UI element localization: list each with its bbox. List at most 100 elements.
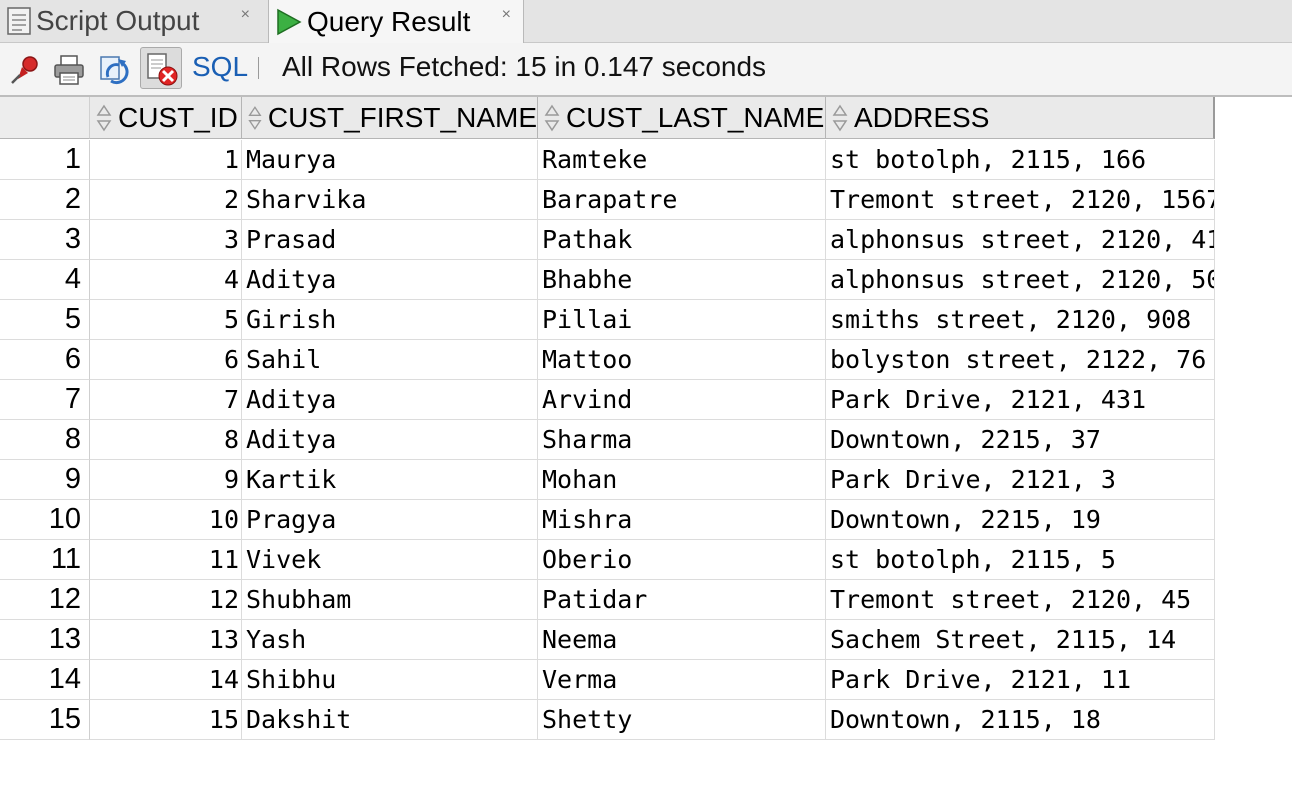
cell-address[interactable]: Park Drive, 2121, 11 — [826, 660, 1215, 700]
table-row[interactable]: 3 3 Prasad Pathak alphonsus street, 2120… — [0, 220, 1215, 260]
close-icon[interactable]: × — [241, 6, 250, 24]
row-number[interactable]: 2 — [0, 180, 90, 220]
table-row[interactable]: 14 14 Shibhu Verma Park Drive, 2121, 11 — [0, 660, 1215, 700]
cell-cust-id[interactable]: 5 — [90, 300, 242, 340]
cell-address[interactable]: alphonsus street, 2120, 507 — [826, 260, 1215, 300]
sort-icon[interactable] — [246, 103, 264, 133]
cell-cust-id[interactable]: 1 — [90, 140, 242, 180]
print-icon[interactable] — [52, 53, 86, 87]
cell-cust-id[interactable]: 2 — [90, 180, 242, 220]
cell-cust-last-name[interactable]: Shetty — [538, 700, 826, 740]
row-number-header[interactable] — [0, 97, 90, 139]
cell-cust-first-name[interactable]: Prasad — [242, 220, 538, 260]
cell-address[interactable]: st botolph, 2115, 5 — [826, 540, 1215, 580]
cell-cust-id[interactable]: 11 — [90, 540, 242, 580]
cell-cust-last-name[interactable]: Sharma — [538, 420, 826, 460]
row-number[interactable]: 13 — [0, 620, 90, 660]
table-row[interactable]: 1 1 Maurya Ramteke st botolph, 2115, 166 — [0, 140, 1215, 180]
cell-cust-last-name[interactable]: Arvind — [538, 380, 826, 420]
cell-cust-id[interactable]: 13 — [90, 620, 242, 660]
cell-cust-last-name[interactable]: Patidar — [538, 580, 826, 620]
cell-address[interactable]: bolyston street, 2122, 76 — [826, 340, 1215, 380]
cell-cust-id[interactable]: 4 — [90, 260, 242, 300]
row-number[interactable]: 6 — [0, 340, 90, 380]
sql-link[interactable]: SQL — [192, 51, 248, 83]
cell-cust-id[interactable]: 9 — [90, 460, 242, 500]
cell-cust-first-name[interactable]: Aditya — [242, 420, 538, 460]
table-row[interactable]: 13 13 Yash Neema Sachem Street, 2115, 14 — [0, 620, 1215, 660]
cell-cust-last-name[interactable]: Ramteke — [538, 140, 826, 180]
table-row[interactable]: 10 10 Pragya Mishra Downtown, 2215, 19 — [0, 500, 1215, 540]
table-row[interactable]: 2 2 Sharvika Barapatre Tremont street, 2… — [0, 180, 1215, 220]
cell-cust-last-name[interactable]: Pathak — [538, 220, 826, 260]
cell-address[interactable]: Downtown, 2215, 37 — [826, 420, 1215, 460]
cell-cust-first-name[interactable]: Yash — [242, 620, 538, 660]
cell-address[interactable]: Downtown, 2115, 18 — [826, 700, 1215, 740]
table-row[interactable]: 9 9 Kartik Mohan Park Drive, 2121, 3 — [0, 460, 1215, 500]
table-row[interactable]: 12 12 Shubham Patidar Tremont street, 21… — [0, 580, 1215, 620]
cell-cust-id[interactable]: 15 — [90, 700, 242, 740]
cell-cust-last-name[interactable]: Bhabhe — [538, 260, 826, 300]
table-row[interactable]: 8 8 Aditya Sharma Downtown, 2215, 37 — [0, 420, 1215, 460]
cell-cust-id[interactable]: 7 — [90, 380, 242, 420]
tab-query-result[interactable]: Query Result × — [268, 0, 524, 43]
cell-cust-first-name[interactable]: Dakshit — [242, 700, 538, 740]
tab-script-output[interactable]: Script Output × — [0, 0, 262, 42]
cell-cust-first-name[interactable]: Pragya — [242, 500, 538, 540]
row-number[interactable]: 5 — [0, 300, 90, 340]
cell-cust-last-name[interactable]: Mishra — [538, 500, 826, 540]
column-header-address[interactable]: ADDRESS — [826, 97, 1215, 139]
cell-cust-id[interactable]: 14 — [90, 660, 242, 700]
cell-cust-id[interactable]: 6 — [90, 340, 242, 380]
cell-cust-first-name[interactable]: Shubham — [242, 580, 538, 620]
sort-icon[interactable] — [542, 103, 562, 133]
cell-address[interactable]: Park Drive, 2121, 431 — [826, 380, 1215, 420]
cell-cust-id[interactable]: 12 — [90, 580, 242, 620]
row-number[interactable]: 9 — [0, 460, 90, 500]
sort-icon[interactable] — [830, 103, 850, 133]
cell-address[interactable]: alphonsus street, 2120, 415 — [826, 220, 1215, 260]
row-number[interactable]: 3 — [0, 220, 90, 260]
cell-address[interactable]: Sachem Street, 2115, 14 — [826, 620, 1215, 660]
cell-cust-id[interactable]: 10 — [90, 500, 242, 540]
column-header-cust-id[interactable]: CUST_ID — [90, 97, 242, 139]
cell-cust-first-name[interactable]: Sahil — [242, 340, 538, 380]
cell-cust-id[interactable]: 8 — [90, 420, 242, 460]
pin-icon[interactable] — [8, 53, 42, 87]
cell-cust-last-name[interactable]: Pillai — [538, 300, 826, 340]
cell-cust-last-name[interactable]: Barapatre — [538, 180, 826, 220]
cell-address[interactable]: smiths street, 2120, 908 — [826, 300, 1215, 340]
cell-address[interactable]: Tremont street, 2120, 1567 — [826, 180, 1215, 220]
cell-cust-last-name[interactable]: Mohan — [538, 460, 826, 500]
row-number[interactable]: 1 — [0, 140, 90, 180]
row-number[interactable]: 10 — [0, 500, 90, 540]
column-header-cust-first-name[interactable]: CUST_FIRST_NAME — [242, 97, 538, 139]
cell-cust-first-name[interactable]: Girish — [242, 300, 538, 340]
table-row[interactable]: 4 4 Aditya Bhabhe alphonsus street, 2120… — [0, 260, 1215, 300]
row-number[interactable]: 14 — [0, 660, 90, 700]
sort-icon[interactable] — [94, 103, 114, 133]
row-number[interactable]: 15 — [0, 700, 90, 740]
cell-cust-first-name[interactable]: Kartik — [242, 460, 538, 500]
cell-cust-last-name[interactable]: Verma — [538, 660, 826, 700]
row-number[interactable]: 8 — [0, 420, 90, 460]
row-number[interactable]: 12 — [0, 580, 90, 620]
refresh-icon[interactable] — [98, 53, 132, 87]
cell-cust-first-name[interactable]: Aditya — [242, 260, 538, 300]
column-header-cust-last-name[interactable]: CUST_LAST_NAME — [538, 97, 826, 139]
cell-cust-id[interactable]: 3 — [90, 220, 242, 260]
table-row[interactable]: 15 15 Dakshit Shetty Downtown, 2115, 18 — [0, 700, 1215, 740]
cell-address[interactable]: Downtown, 2215, 19 — [826, 500, 1215, 540]
cell-cust-last-name[interactable]: Mattoo — [538, 340, 826, 380]
close-icon[interactable]: × — [502, 6, 511, 24]
table-row[interactable]: 6 6 Sahil Mattoo bolyston street, 2122, … — [0, 340, 1215, 380]
table-row[interactable]: 7 7 Aditya Arvind Park Drive, 2121, 431 — [0, 380, 1215, 420]
cell-cust-first-name[interactable]: Sharvika — [242, 180, 538, 220]
table-row[interactable]: 11 11 Vivek Oberio st botolph, 2115, 5 — [0, 540, 1215, 580]
cell-address[interactable]: Park Drive, 2121, 3 — [826, 460, 1215, 500]
cell-cust-first-name[interactable]: Maurya — [242, 140, 538, 180]
cell-cust-first-name[interactable]: Shibhu — [242, 660, 538, 700]
row-number[interactable]: 4 — [0, 260, 90, 300]
cancel-query-button[interactable] — [140, 47, 182, 89]
cell-address[interactable]: st botolph, 2115, 166 — [826, 140, 1215, 180]
